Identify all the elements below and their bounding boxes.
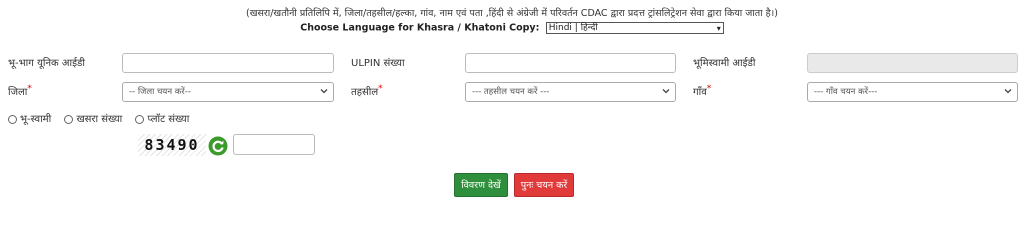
reselect-button[interactable]: पुनः चयन करें (514, 173, 574, 197)
tehsil-label-text: तहसील (351, 87, 379, 98)
radio-bhu-swami[interactable]: भू-स्वामी (8, 111, 51, 125)
language-label: Choose Language for Khasra / Khatoni Cop… (300, 22, 540, 34)
chevron-down-icon (1004, 89, 1012, 94)
language-select[interactable]: Hindi | हिन्दी ▾ (545, 22, 724, 34)
district-label: जिला* (8, 84, 32, 98)
chevron-down-icon: ▾ (716, 24, 721, 33)
view-details-button[interactable]: विवरण देखें (454, 173, 508, 197)
village-select[interactable]: --- गाँव चयन करें--- (807, 82, 1018, 102)
required-mark: * (706, 84, 712, 94)
bhu-bhag-id-label: भू-भाग यूनिक आईडी (8, 58, 85, 69)
tehsil-select[interactable]: --- तहसील चयन करें --- (465, 82, 676, 102)
required-mark: * (27, 84, 32, 94)
village-label-text: गाँव (693, 87, 707, 98)
district-placeholder: -- जिला चयन करें-- (129, 87, 191, 97)
radio-label: खसरा संख्या (76, 114, 123, 125)
radio-circle[interactable] (135, 114, 145, 124)
radio-label: प्लॉट संख्या (147, 114, 190, 125)
transliteration-note: (खसरा/खतौनी प्रतिलिपि में, जिला/तहसील/हल… (245, 8, 778, 19)
ulpin-label: ULPIN संख्या (351, 58, 405, 69)
bhoomiswami-id-input (807, 53, 1018, 73)
radio-khasra-sankhya[interactable]: खसरा संख्या (64, 111, 122, 125)
captcha-image: 83490 (138, 134, 206, 156)
required-mark: * (378, 84, 383, 94)
tehsil-placeholder: --- तहसील चयन करें --- (472, 87, 550, 97)
ulpin-input[interactable] (465, 53, 676, 73)
bhu-bhag-id-input[interactable] (122, 53, 334, 73)
radio-plot-sankhya[interactable]: प्लॉट संख्या (135, 111, 189, 125)
village-placeholder: --- गाँव चयन करें--- (814, 87, 878, 97)
radio-label: भू-स्वामी (20, 114, 52, 125)
tehsil-label: तहसील* (351, 84, 383, 98)
village-label: गाँव* (693, 84, 711, 98)
language-row: Choose Language for Khasra / Khatoni Cop… (0, 22, 1024, 34)
captcha-input[interactable] (233, 134, 315, 155)
chevron-down-icon (662, 89, 670, 94)
refresh-icon[interactable] (208, 136, 228, 156)
radio-circle[interactable] (8, 114, 17, 124)
district-label-text: जिला (8, 87, 28, 98)
radio-circle[interactable] (64, 114, 74, 124)
bhoomiswami-id-label: भूमिस्वामी आईडी (693, 58, 756, 69)
district-select[interactable]: -- जिला चयन करें-- (122, 82, 334, 102)
chevron-down-icon (320, 89, 328, 94)
search-type-radio-group: भू-स्वामी खसरा संख्या प्लॉट संख्या (8, 111, 199, 125)
language-selected-value: Hindi | हिन्दी (548, 23, 598, 33)
